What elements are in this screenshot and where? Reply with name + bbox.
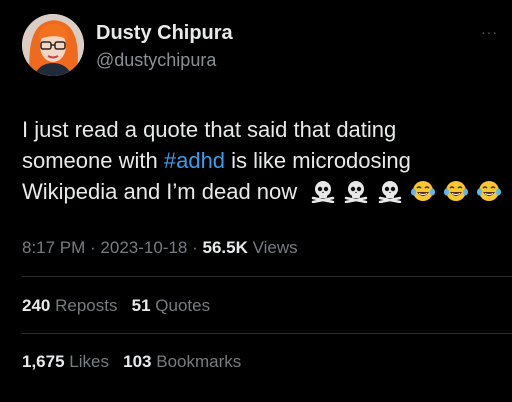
repost-quote-stats: 240 Reposts 51 Quotes	[22, 296, 210, 316]
skull-and-crossbones-icon	[378, 181, 401, 203]
skull-and-crossbones-icon	[312, 181, 335, 203]
divider	[22, 333, 512, 334]
face-with-tears-of-joy-icon	[443, 181, 468, 201]
likes-count: 1,675	[22, 352, 65, 371]
tweet-text: I just read a quote that said that datin…	[22, 114, 502, 207]
divider	[22, 276, 512, 277]
quotes-count: 51	[131, 296, 151, 315]
quotes-link[interactable]: 51 Quotes	[132, 296, 210, 315]
bookmarks-label: Bookmarks	[151, 352, 242, 371]
emoji-group	[309, 179, 502, 204]
tweet-time[interactable]: 8:17 PM	[22, 238, 85, 257]
views-label: Views	[247, 238, 298, 257]
tweet-text-line-2-end: is like microdosing	[225, 148, 411, 173]
views-count: 56.5K	[202, 238, 248, 257]
face-with-tears-of-joy-icon	[476, 181, 501, 201]
tweet-text-line-2-start: someone with	[22, 148, 164, 173]
tweet-detail: Dusty Chipura @dustychipura ··· I just r…	[0, 0, 512, 402]
tweet-text-line-3: Wikipedia and I’m dead now	[22, 179, 298, 204]
tweet-meta: 8:17 PM · 2023-10-18 · 56.5K Views	[22, 238, 298, 258]
author-display-name[interactable]: Dusty Chipura	[96, 22, 233, 45]
likes-label: Likes	[64, 352, 109, 371]
avatar[interactable]	[22, 14, 84, 76]
bookmarks-link[interactable]: 103 Bookmarks	[123, 352, 241, 371]
likes-link[interactable]: 1,675 Likes	[22, 352, 109, 371]
reposts-label: Reposts	[50, 296, 118, 315]
reposts-link[interactable]: 240 Reposts	[22, 296, 117, 315]
quotes-label: Quotes	[150, 296, 211, 315]
hashtag-link[interactable]: #adhd	[164, 148, 225, 173]
more-options-icon[interactable]: ···	[481, 24, 498, 40]
reposts-count: 240	[22, 296, 51, 315]
avatar-photo	[22, 14, 84, 76]
meta-separator: ·	[187, 238, 203, 257]
author-handle[interactable]: @dustychipura	[96, 50, 216, 71]
meta-separator: ·	[85, 238, 101, 257]
tweet-date[interactable]: 2023-10-18	[100, 238, 187, 257]
tweet-text-line-1: I just read a quote that said that datin…	[22, 117, 397, 142]
bookmarks-count: 103	[123, 352, 152, 371]
like-bookmark-stats: 1,675 Likes 103 Bookmarks	[22, 352, 241, 372]
skull-and-crossbones-icon	[345, 181, 368, 203]
face-with-tears-of-joy-icon	[410, 181, 435, 201]
